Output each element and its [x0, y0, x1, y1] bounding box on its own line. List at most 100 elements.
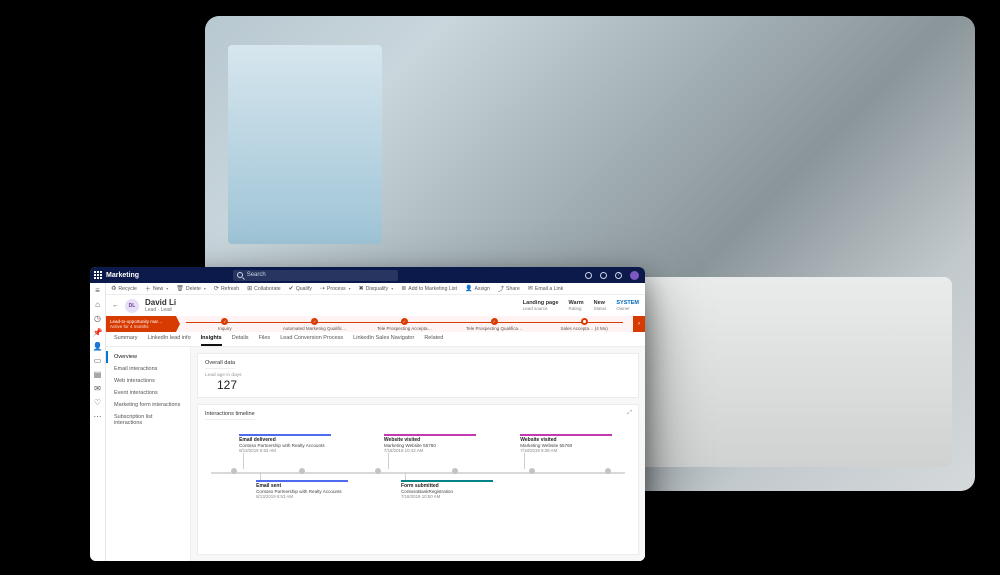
timeline-tick: [231, 468, 237, 474]
stage-dot-icon: [221, 318, 228, 325]
insights-sidebar: OverviewEmail interactionsWeb interactio…: [106, 347, 191, 561]
nav-rail: ≡ ⌂ ◷ 📌 👤 ▭ ▤ ✉ ♡ ⋯: [90, 283, 106, 561]
header-meta: Landing pageLead source: [523, 300, 559, 311]
user-avatar[interactable]: [630, 271, 639, 280]
cmd-refresh[interactable]: ⟳Refresh: [214, 285, 239, 292]
meta-label: Lead source: [523, 306, 559, 311]
timeline-event[interactable]: Email sentContoso Partnership with Realt…: [256, 480, 348, 499]
app-name: Marketing: [106, 272, 139, 279]
timeline-event[interactable]: Website visitedMarketing Website 557607/…: [384, 434, 476, 453]
event-stem: [524, 453, 525, 469]
tab-files[interactable]: Files: [259, 335, 271, 346]
card-title: Overall data: [205, 360, 235, 369]
stage-label: Inquiry: [180, 326, 270, 331]
stage-dot-icon: [491, 318, 498, 325]
process-flag[interactable]: Lead-to-opportunity mar… Active for 4 mo…: [106, 316, 176, 332]
tab-related[interactable]: Related: [424, 335, 443, 346]
timeline-event[interactable]: Form submittedContosoBankRegistration7/1…: [401, 480, 493, 499]
stage-dot-icon: [401, 318, 408, 325]
meta-label: Owner: [616, 306, 639, 311]
header-meta: SYSTEMOwner: [616, 300, 639, 311]
meta-label: Rating: [569, 306, 584, 311]
help-icon[interactable]: [615, 272, 622, 279]
process-advance-icon[interactable]: ›: [633, 316, 645, 332]
tab-linkedin-lead-info[interactable]: LinkedIn lead info: [148, 335, 191, 346]
record-subtype: Lead · Lead: [145, 307, 176, 313]
stage-dot-icon: [581, 318, 588, 325]
process-stage[interactable]: Tele Prospecting Qualifica…: [449, 318, 539, 331]
sidebar-item[interactable]: Event interactions: [106, 387, 190, 399]
cmd-disqualify[interactable]: ✖Disqualify: [359, 285, 394, 292]
card-title: Interactions timeline: [205, 411, 255, 420]
settings-icon[interactable]: [600, 272, 607, 279]
command-bar: ♻Recycle ＋New 🗑Delete ⟳Refresh ⊞Collabor…: [106, 283, 645, 295]
process-stage[interactable]: Sales Accepta… (4 Mo): [539, 318, 629, 331]
cmd-recycle[interactable]: ♻Recycle: [111, 285, 137, 292]
tab-linkedin-sales-navigator[interactable]: LinkedIn Sales Navigator: [353, 335, 414, 346]
cmd-assign[interactable]: 👤Assign: [465, 285, 490, 292]
back-icon[interactable]: ←: [112, 302, 119, 309]
cmd-qualify[interactable]: ✔Qualify: [289, 285, 312, 292]
cmd-email-link[interactable]: ✉Email a Link: [528, 285, 563, 292]
cmd-delete[interactable]: 🗑Delete: [176, 285, 206, 292]
titlebar: Marketing Search: [90, 267, 645, 283]
lightbulb-icon[interactable]: [585, 272, 592, 279]
rail-menu-icon[interactable]: ≡: [94, 287, 102, 295]
rail-heart-icon[interactable]: ♡: [94, 399, 102, 407]
sidebar-item[interactable]: Subscription list interactions: [106, 411, 190, 429]
overall-data-card: Overall data Lead age in days 127: [197, 353, 639, 398]
tab-summary[interactable]: Summary: [114, 335, 138, 346]
rail-chat-icon[interactable]: ⋯: [94, 413, 102, 421]
rail-chart-icon[interactable]: ▤: [94, 371, 102, 379]
stage-label: Sales Accepta… (4 Mo): [539, 326, 629, 331]
event-color-bar: [401, 480, 493, 482]
cmd-add-list[interactable]: ≣Add to Marketing List: [401, 285, 457, 292]
event-color-bar: [520, 434, 612, 436]
rail-mail-icon[interactable]: ✉: [94, 385, 102, 393]
rail-home-icon[interactable]: ⌂: [94, 301, 102, 309]
event-color-bar: [239, 434, 331, 436]
rail-contacts-icon[interactable]: 👤: [94, 343, 102, 351]
cmd-process[interactable]: ⇢Process: [320, 285, 351, 292]
timeline-event[interactable]: Email deliveredContoso Partnership with …: [239, 434, 331, 453]
tab-insights[interactable]: Insights: [201, 335, 222, 346]
cmd-collaborate[interactable]: ⊞Collaborate: [247, 285, 281, 292]
header-meta: NewStatus: [594, 300, 607, 311]
rail-calendar-icon[interactable]: ▭: [94, 357, 102, 365]
event-stem: [243, 453, 244, 469]
sidebar-item[interactable]: Overview: [106, 351, 190, 363]
record-name: David Li: [145, 298, 176, 307]
process-stage[interactable]: Tele Prospecting Accepta…: [360, 318, 450, 331]
header-meta: WarmRating: [569, 300, 584, 311]
interactions-timeline-card: Interactions timeline ⤢ Email deliveredC…: [197, 404, 639, 555]
sidebar-item[interactable]: Marketing form interactions: [106, 399, 190, 411]
event-date: 7/18/2019 10:50 AM: [401, 494, 493, 499]
timeline-event[interactable]: Website visitedMarketing Website 557607/…: [520, 434, 612, 453]
process-ribbon: Lead-to-opportunity mar… Active for 4 mo…: [106, 316, 645, 332]
tab-lead-conversion-process[interactable]: Lead Conversion Process: [280, 335, 343, 346]
event-stem: [405, 472, 406, 480]
event-stem: [260, 472, 261, 480]
stage-label: Tele Prospecting Qualifica…: [449, 326, 539, 331]
tab-details[interactable]: Details: [232, 335, 249, 346]
metric-value: 127: [205, 378, 631, 392]
search-icon: [237, 272, 243, 278]
cmd-share[interactable]: ⤴Share: [498, 284, 520, 293]
rail-pin-icon[interactable]: 📌: [94, 329, 102, 337]
sidebar-item[interactable]: Email interactions: [106, 363, 190, 375]
record-header: ← DL David Li Lead · Lead Landing pageLe…: [106, 295, 645, 316]
rail-clock-icon[interactable]: ◷: [94, 315, 102, 323]
global-search[interactable]: Search: [233, 270, 398, 281]
timeline-tick: [529, 468, 535, 474]
stage-label: Automated Marketing Qualific…: [270, 326, 360, 331]
record-avatar: DL: [125, 299, 139, 313]
process-stage[interactable]: Automated Marketing Qualific…: [270, 318, 360, 331]
sidebar-item[interactable]: Web interactions: [106, 375, 190, 387]
app-launcher-icon[interactable]: [90, 271, 106, 279]
search-placeholder: Search: [247, 272, 266, 278]
cmd-new[interactable]: ＋New: [145, 284, 168, 293]
record-meta: Landing pageLead source WarmRating NewStat…: [523, 300, 639, 311]
expand-icon[interactable]: ⤢: [627, 410, 632, 417]
process-stage[interactable]: Inquiry: [180, 318, 270, 331]
event-color-bar: [256, 480, 348, 482]
